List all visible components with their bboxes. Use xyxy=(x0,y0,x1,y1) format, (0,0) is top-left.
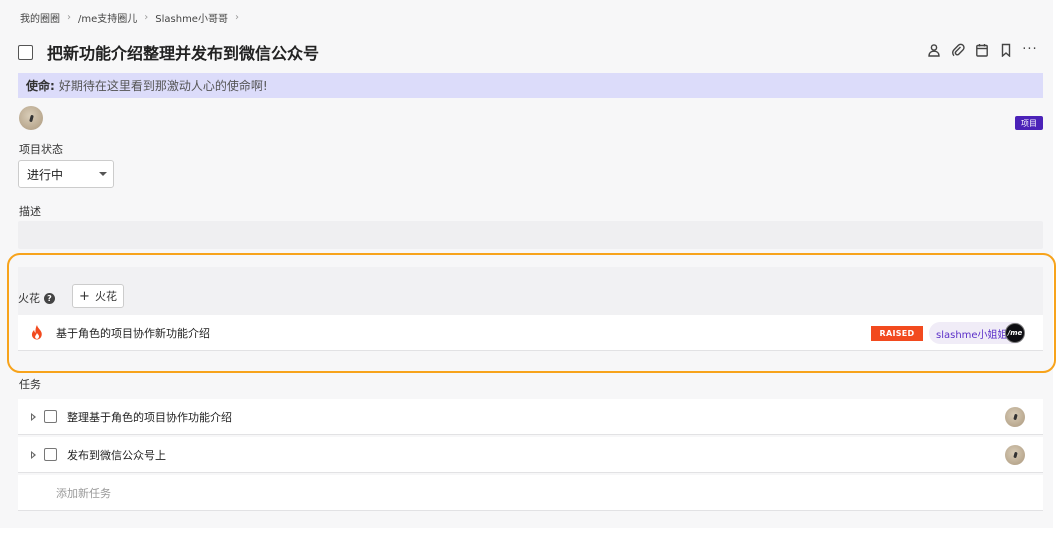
complete-checkbox[interactable] xyxy=(18,44,33,60)
add-task-field[interactable]: 添加新任务 xyxy=(18,475,1043,511)
fire-icon xyxy=(31,325,42,340)
more-icon[interactable]: ··· xyxy=(1022,42,1037,58)
task-title: 发布到微信公众号上 xyxy=(67,449,166,462)
breadcrumb-item-circles[interactable]: 我的圈圈 xyxy=(20,10,60,25)
calendar-icon[interactable] xyxy=(975,42,989,58)
task-detail-panel: 我的圈圈 › /me支持圈儿 › Slashme小哥哥 › 把新功能介绍整理并发… xyxy=(0,0,1056,528)
paperclip-icon[interactable] xyxy=(951,42,965,58)
mission-label: 使命: xyxy=(26,79,55,93)
add-task-placeholder: 添加新任务 xyxy=(56,487,111,500)
spark-label-text: 火花 xyxy=(18,292,40,305)
chevron-right-icon: › xyxy=(67,12,71,23)
page-title: 把新功能介绍整理并发布到微信公众号 xyxy=(47,44,320,63)
task-row[interactable]: 整理基于角色的项目协作功能介绍 xyxy=(18,399,1043,435)
status-select-value: 进行中 xyxy=(27,167,64,182)
avatar[interactable] xyxy=(19,106,43,130)
expand-triangle-icon[interactable] xyxy=(31,413,36,421)
breadcrumb-item-slashme[interactable]: Slashme小哥哥 xyxy=(155,10,228,25)
status-badge: RAISED xyxy=(871,326,923,341)
owner-name: slashme小姐姐 xyxy=(936,329,1008,341)
add-spark-button[interactable]: + 火花 xyxy=(72,284,124,308)
plus-icon: + xyxy=(79,288,90,304)
description-input[interactable] xyxy=(18,221,1043,249)
chevron-right-icon: › xyxy=(144,12,149,23)
breadcrumb: 我的圈圈 › /me支持圈儿 › Slashme小哥哥 › xyxy=(20,10,246,25)
bookmark-icon[interactable] xyxy=(999,42,1013,58)
task-checkbox[interactable] xyxy=(44,448,57,461)
add-spark-label: 火花 xyxy=(94,290,117,303)
task-assignee-avatar[interactable] xyxy=(1005,445,1025,465)
breadcrumb-item-support-circle[interactable]: /me支持圈儿 xyxy=(78,10,137,25)
title-actions: ··· xyxy=(927,42,1037,58)
page: 我的圈圈 › /me支持圈儿 › Slashme小哥哥 › 把新功能介绍整理并发… xyxy=(0,0,1063,535)
mission-banner[interactable]: 使命: 好期待在这里看到那激动人心的使命啊! xyxy=(18,73,1043,98)
chevron-right-icon: › xyxy=(234,12,239,23)
project-tag: 项目 xyxy=(1015,116,1043,130)
task-checkbox[interactable] xyxy=(44,410,57,423)
owner-avatar[interactable]: /me xyxy=(1005,323,1025,343)
status-label: 项目状态 xyxy=(19,143,63,156)
expand-triangle-icon[interactable] xyxy=(31,451,36,459)
task-assignee-avatar[interactable] xyxy=(1005,407,1025,427)
spark-label: 火花 ? xyxy=(18,290,55,306)
tasks-label: 任务 xyxy=(19,378,41,391)
status-select[interactable]: 进行中 xyxy=(18,160,114,188)
task-row[interactable]: 发布到微信公众号上 xyxy=(18,437,1043,473)
task-title: 整理基于角色的项目协作功能介绍 xyxy=(67,411,232,424)
help-icon[interactable]: ? xyxy=(44,292,55,304)
mission-text: 好期待在这里看到那激动人心的使命啊! xyxy=(58,79,268,93)
spark-item[interactable]: 基于角色的项目协作新功能介绍 RAISED slashme小姐姐 /me xyxy=(18,315,1043,351)
person-icon[interactable] xyxy=(927,42,941,58)
description-label: 描述 xyxy=(19,205,41,218)
spark-title: 基于角色的项目协作新功能介绍 xyxy=(56,327,210,340)
caret-down-icon xyxy=(99,172,107,176)
title-row: 把新功能介绍整理并发布到微信公众号 ··· xyxy=(18,40,1043,64)
